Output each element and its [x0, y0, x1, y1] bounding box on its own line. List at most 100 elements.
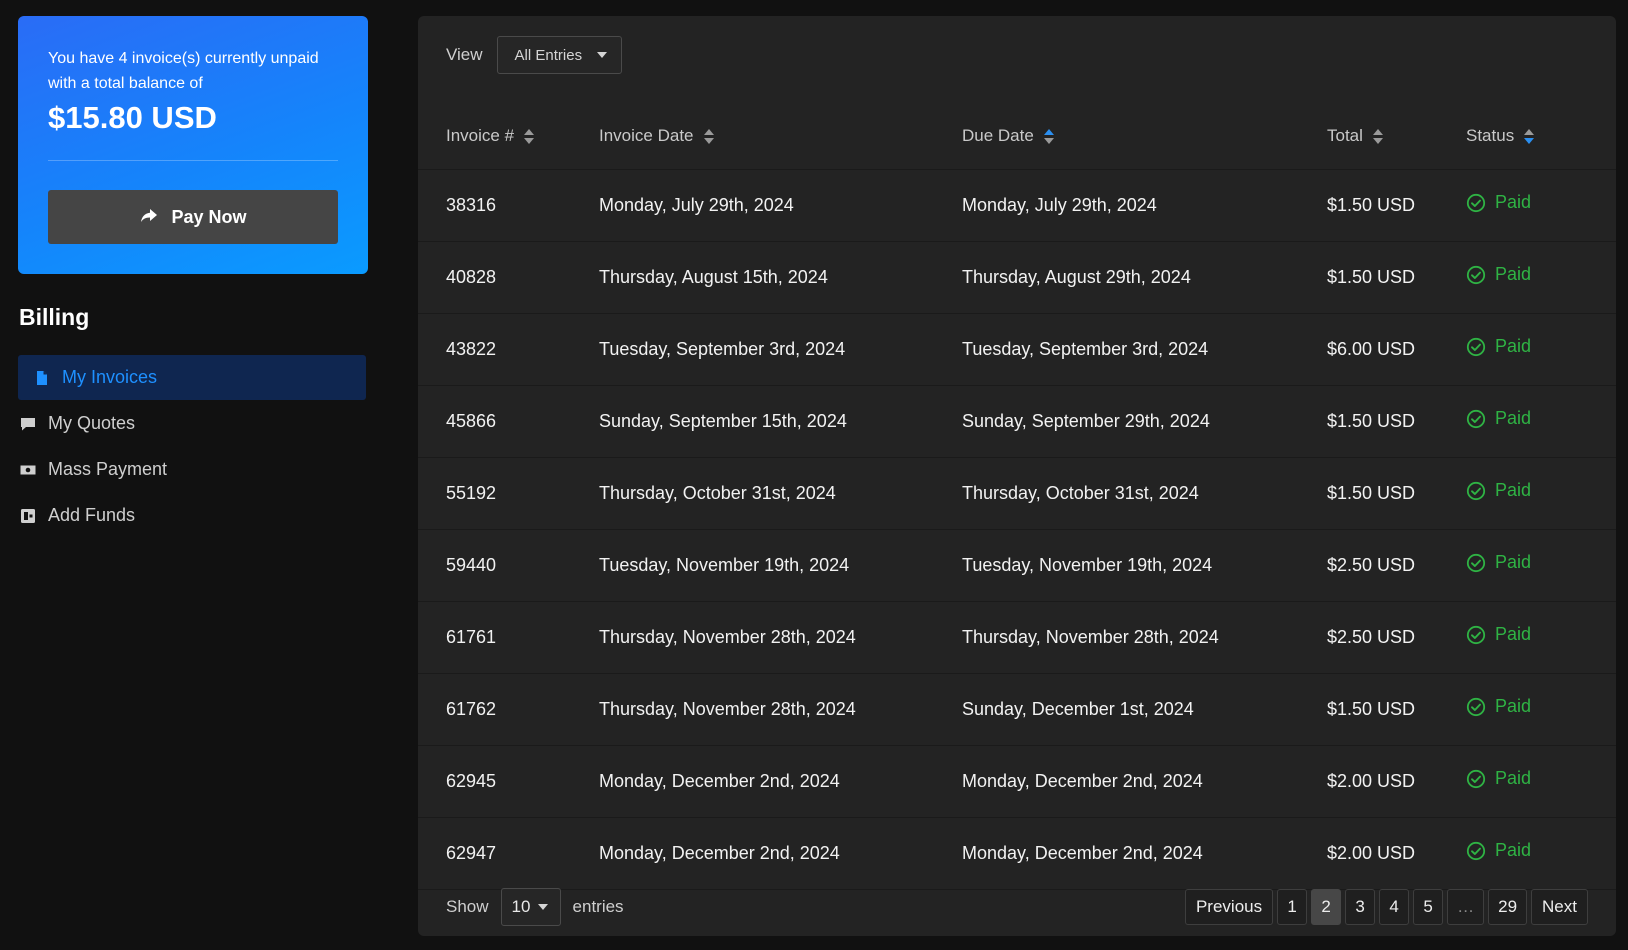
status-cell: Paid [1466, 457, 1616, 530]
page-button-2[interactable]: 2 [1311, 889, 1342, 925]
status-label: Paid [1495, 768, 1532, 789]
invoice-date-cell: Tuesday, September 3rd, 2024 [599, 313, 962, 386]
table-row[interactable]: 61762 Thursday, November 28th, 2024 Sunday… [418, 673, 1616, 746]
view-select[interactable]: All Entries [496, 36, 622, 74]
total-cell: $1.50 USD [1327, 457, 1466, 530]
page-button-1[interactable]: 1 [1277, 889, 1308, 925]
caret-down-icon [596, 52, 607, 58]
previous-page-button[interactable]: Previous [1184, 889, 1274, 925]
table-row[interactable]: 38316 Monday, July 29th, 2024 Monday, July… [418, 169, 1616, 242]
page-button-29[interactable]: 29 [1488, 889, 1528, 925]
sidebar-item-label: My Invoices [62, 367, 158, 387]
status-badge: Paid [1466, 624, 1531, 645]
column-header-invoice-number[interactable]: Invoice # [418, 104, 599, 170]
invoice-date-cell: Thursday, October 31st, 2024 [599, 457, 962, 530]
status-badge: Paid [1466, 480, 1531, 501]
invoice-date-cell: Thursday, November 28th, 2024 [599, 673, 962, 746]
column-header-invoice-date[interactable]: Invoice Date [599, 104, 962, 170]
invoice-date-cell: Thursday, November 28th, 2024 [599, 601, 962, 674]
sort-icon [703, 128, 714, 144]
page-button-3[interactable]: 3 [1345, 889, 1376, 925]
total-cell: $2.50 USD [1327, 529, 1466, 602]
status-badge: Paid [1466, 552, 1531, 573]
check-circle-icon [1466, 625, 1486, 645]
invoice-number-cell: 62945 [418, 745, 599, 818]
sort-icon [524, 128, 535, 144]
page-button-4[interactable]: 4 [1379, 889, 1410, 925]
table-footer: Show 10 entries Previous 1 2 3 4 5… 29 Next [446, 888, 1588, 926]
status-cell: Paid [1466, 313, 1616, 386]
status-cell: Paid [1466, 385, 1616, 458]
next-page-button[interactable]: Next [1531, 889, 1588, 925]
column-header-label: Due Date [962, 126, 1034, 146]
table-row[interactable]: 45866 Sunday, September 15th, 2024 Sunday,… [418, 385, 1616, 458]
page-length-select[interactable]: 10 [500, 888, 561, 926]
table-row[interactable]: 59440 Tuesday, November 19th, 2024 Tuesday… [418, 529, 1616, 602]
table-header-row: Invoice # Invoice Date Due Date Total St… [418, 104, 1616, 170]
invoice-number-cell: 61762 [418, 673, 599, 746]
sidebar-item-add-funds[interactable]: Add Funds [18, 493, 366, 538]
status-label: Paid [1495, 192, 1532, 213]
table-row[interactable]: 55192 Thursday, October 31st, 2024 Thursda… [418, 457, 1616, 530]
sort-ascending-icon [1043, 128, 1054, 144]
table-row[interactable]: 61761 Thursday, November 28th, 2024 Thursd… [418, 601, 1616, 674]
column-header-status[interactable]: Status [1466, 104, 1616, 170]
check-circle-icon [1466, 841, 1486, 861]
total-cell: $2.00 USD [1327, 745, 1466, 818]
column-header-total[interactable]: Total [1327, 104, 1466, 170]
invoice-number-cell: 59440 [418, 529, 599, 602]
invoice-number-cell: 43822 [418, 313, 599, 386]
sidebar-item-label: Add Funds [48, 505, 136, 525]
table-row[interactable]: 62945 Monday, December 2nd, 2024 Monday, D… [418, 745, 1616, 818]
check-circle-icon [1466, 481, 1486, 501]
show-label: Show [446, 897, 489, 916]
total-cell: $1.50 USD [1327, 169, 1466, 242]
page-button-5[interactable]: 5 [1413, 889, 1444, 925]
total-cell: $6.00 USD [1327, 313, 1466, 386]
pay-now-button[interactable]: Pay Now [48, 190, 338, 244]
invoices-table: Invoice # Invoice Date Due Date Total St… [418, 104, 1616, 890]
comment-icon [20, 416, 36, 432]
status-badge: Paid [1466, 768, 1531, 789]
total-cell: $1.50 USD [1327, 241, 1466, 314]
status-cell: Paid [1466, 745, 1616, 818]
invoice-number-cell: 61761 [418, 601, 599, 674]
status-cell: Paid [1466, 241, 1616, 314]
status-label: Paid [1495, 336, 1532, 357]
table-row[interactable]: 62947 Monday, December 2nd, 2024 Monday, D… [418, 817, 1616, 890]
status-label: Paid [1495, 696, 1532, 717]
due-date-cell: Thursday, November 28th, 2024 [962, 601, 1327, 674]
status-label: Paid [1495, 840, 1532, 861]
total-cell: $2.50 USD [1327, 601, 1466, 674]
status-label: Paid [1495, 552, 1532, 573]
billing-nav: My Invoices My Quotes Mass Payment Add F… [18, 355, 366, 539]
invoice-number-cell: 45866 [418, 385, 599, 458]
view-filter: View All Entries [446, 36, 622, 74]
column-header-due-date[interactable]: Due Date [962, 104, 1327, 170]
check-circle-icon [1466, 409, 1486, 429]
table-row[interactable]: 43822 Tuesday, September 3rd, 2024 Tuesday… [418, 313, 1616, 386]
sidebar-item-label: My Quotes [48, 413, 136, 433]
due-date-cell: Thursday, August 29th, 2024 [962, 241, 1327, 314]
sidebar-item-mass-payment[interactable]: Mass Payment [18, 447, 366, 492]
check-circle-icon [1466, 769, 1486, 789]
due-date-cell: Sunday, September 29th, 2024 [962, 385, 1327, 458]
pagination-ellipsis: … [1447, 889, 1485, 925]
sidebar-item-my-invoices[interactable]: My Invoices [18, 355, 366, 400]
invoice-number-cell: 55192 [418, 457, 599, 530]
status-label: Paid [1495, 480, 1532, 501]
invoice-number-cell: 38316 [418, 169, 599, 242]
unpaid-summary-card: You have 4 invoice(s) currently unpaid w… [18, 16, 368, 274]
sidebar-item-my-quotes[interactable]: My Quotes [18, 401, 366, 446]
check-circle-icon [1466, 337, 1486, 357]
pagination: Previous 1 2 3 4 5… 29 Next [1184, 889, 1588, 925]
status-label: Paid [1495, 624, 1532, 645]
status-badge: Paid [1466, 840, 1531, 861]
sidebar-item-label: Mass Payment [48, 459, 168, 479]
invoice-date-cell: Thursday, August 15th, 2024 [599, 241, 962, 314]
status-cell: Paid [1466, 673, 1616, 746]
table-row[interactable]: 40828 Thursday, August 15th, 2024 Thursday… [418, 241, 1616, 314]
column-header-label: Total [1327, 126, 1363, 146]
invoice-date-cell: Monday, July 29th, 2024 [599, 169, 962, 242]
share-arrow-icon [139, 205, 159, 230]
